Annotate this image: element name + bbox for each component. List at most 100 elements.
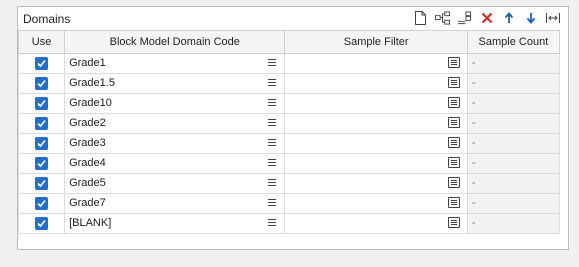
domains-panel: Domains Use Block Model Domain Code Samp… — [17, 6, 569, 250]
domain-code: Grade5 — [69, 177, 106, 189]
move-down-icon[interactable] — [523, 11, 538, 26]
domain-code: Grade1.5 — [69, 77, 115, 89]
sample-count: - — [471, 77, 476, 89]
add-child-icon[interactable] — [435, 11, 450, 26]
checkmark-icon — [37, 179, 46, 188]
use-cell — [17, 173, 66, 194]
domain-code: Grade4 — [69, 157, 106, 169]
code-cell[interactable]: [BLANK] — [64, 213, 286, 234]
table-row[interactable]: Grade2 - — [17, 113, 561, 134]
domains-grid: Use Block Model Domain Code Sample Filte… — [17, 30, 561, 234]
use-checkbox[interactable] — [35, 137, 49, 150]
insert-icon[interactable] — [457, 11, 472, 26]
filter-picker-icon[interactable] — [447, 137, 460, 148]
domain-code: Grade2 — [69, 117, 106, 129]
filter-cell[interactable] — [284, 73, 468, 94]
sample-count: - — [471, 97, 476, 109]
use-checkbox[interactable] — [35, 77, 49, 90]
table-row[interactable]: Grade1 - — [17, 53, 561, 74]
filter-picker-icon[interactable] — [447, 157, 460, 168]
use-checkbox[interactable] — [35, 97, 49, 110]
count-cell: - — [466, 113, 561, 134]
table-row[interactable]: Grade4 - — [17, 153, 561, 174]
list-menu-icon[interactable] — [268, 199, 277, 207]
sample-count: - — [471, 217, 476, 229]
use-cell — [17, 133, 66, 154]
move-up-icon[interactable] — [501, 11, 516, 26]
table-row[interactable]: Grade1.5 - — [17, 73, 561, 94]
filter-picker-icon[interactable] — [447, 57, 460, 68]
domain-code: Grade1 — [69, 57, 106, 69]
code-cell[interactable]: Grade4 — [64, 153, 286, 174]
list-menu-icon[interactable] — [268, 119, 277, 127]
filter-cell[interactable] — [284, 193, 468, 214]
code-cell[interactable]: Grade10 — [64, 93, 286, 114]
table-row[interactable]: Grade3 - — [17, 133, 561, 154]
use-cell — [17, 153, 66, 174]
filter-picker-icon[interactable] — [447, 197, 460, 208]
filter-picker-icon[interactable] — [447, 177, 460, 188]
list-menu-icon[interactable] — [268, 179, 277, 187]
column-header-use[interactable]: Use — [17, 30, 66, 54]
checkmark-icon — [37, 119, 46, 128]
delete-icon[interactable] — [479, 11, 494, 26]
code-cell[interactable]: Grade3 — [64, 133, 286, 154]
filter-cell[interactable] — [284, 153, 468, 174]
code-cell[interactable]: Grade5 — [64, 173, 286, 194]
count-cell: - — [466, 213, 561, 234]
use-cell — [17, 213, 66, 234]
filter-picker-icon[interactable] — [447, 117, 460, 128]
domain-code: Grade3 — [69, 137, 106, 149]
count-cell: - — [466, 73, 561, 94]
filter-cell[interactable] — [284, 113, 468, 134]
list-menu-icon[interactable] — [268, 159, 277, 167]
sample-count: - — [471, 177, 476, 189]
list-menu-icon[interactable] — [268, 99, 277, 107]
column-header-count[interactable]: Sample Count — [466, 30, 561, 54]
table-row[interactable]: Grade5 - — [17, 173, 561, 194]
checkmark-icon — [37, 159, 46, 168]
code-cell[interactable]: Grade7 — [64, 193, 286, 214]
sample-count: - — [471, 57, 476, 69]
use-checkbox[interactable] — [35, 157, 49, 170]
filter-cell[interactable] — [284, 213, 468, 234]
filter-picker-icon[interactable] — [447, 77, 460, 88]
filter-cell[interactable] — [284, 53, 468, 74]
panel-title: Domains — [23, 12, 71, 26]
checkmark-icon — [37, 199, 46, 208]
checkmark-icon — [37, 99, 46, 108]
code-cell[interactable]: Grade1 — [64, 53, 286, 74]
table-row[interactable]: [BLANK] - — [17, 213, 561, 234]
checkmark-icon — [37, 139, 46, 148]
count-cell: - — [466, 193, 561, 214]
new-icon[interactable] — [413, 11, 428, 26]
use-checkbox[interactable] — [35, 117, 49, 130]
count-cell: - — [466, 53, 561, 74]
fit-columns-icon[interactable] — [545, 11, 560, 26]
column-header-code[interactable]: Block Model Domain Code — [64, 30, 286, 54]
use-checkbox[interactable] — [35, 217, 49, 230]
list-menu-icon[interactable] — [268, 59, 277, 67]
use-cell — [17, 193, 66, 214]
list-menu-icon[interactable] — [268, 139, 277, 147]
header-row: Use Block Model Domain Code Sample Filte… — [17, 30, 561, 54]
filter-cell[interactable] — [284, 133, 468, 154]
column-header-filter[interactable]: Sample Filter — [284, 30, 468, 54]
code-cell[interactable]: Grade2 — [64, 113, 286, 134]
use-checkbox[interactable] — [35, 177, 49, 190]
use-cell — [17, 113, 66, 134]
filter-cell[interactable] — [284, 173, 468, 194]
use-checkbox[interactable] — [35, 197, 49, 210]
list-menu-icon[interactable] — [268, 219, 277, 227]
panel-header: Domains — [18, 7, 568, 29]
filter-cell[interactable] — [284, 93, 468, 114]
table-row[interactable]: Grade7 - — [17, 193, 561, 214]
table-row[interactable]: Grade10 - — [17, 93, 561, 114]
use-checkbox[interactable] — [35, 57, 49, 70]
count-cell: - — [466, 153, 561, 174]
checkmark-icon — [37, 219, 46, 228]
filter-picker-icon[interactable] — [447, 97, 460, 108]
list-menu-icon[interactable] — [268, 79, 277, 87]
code-cell[interactable]: Grade1.5 — [64, 73, 286, 94]
filter-picker-icon[interactable] — [447, 217, 460, 228]
